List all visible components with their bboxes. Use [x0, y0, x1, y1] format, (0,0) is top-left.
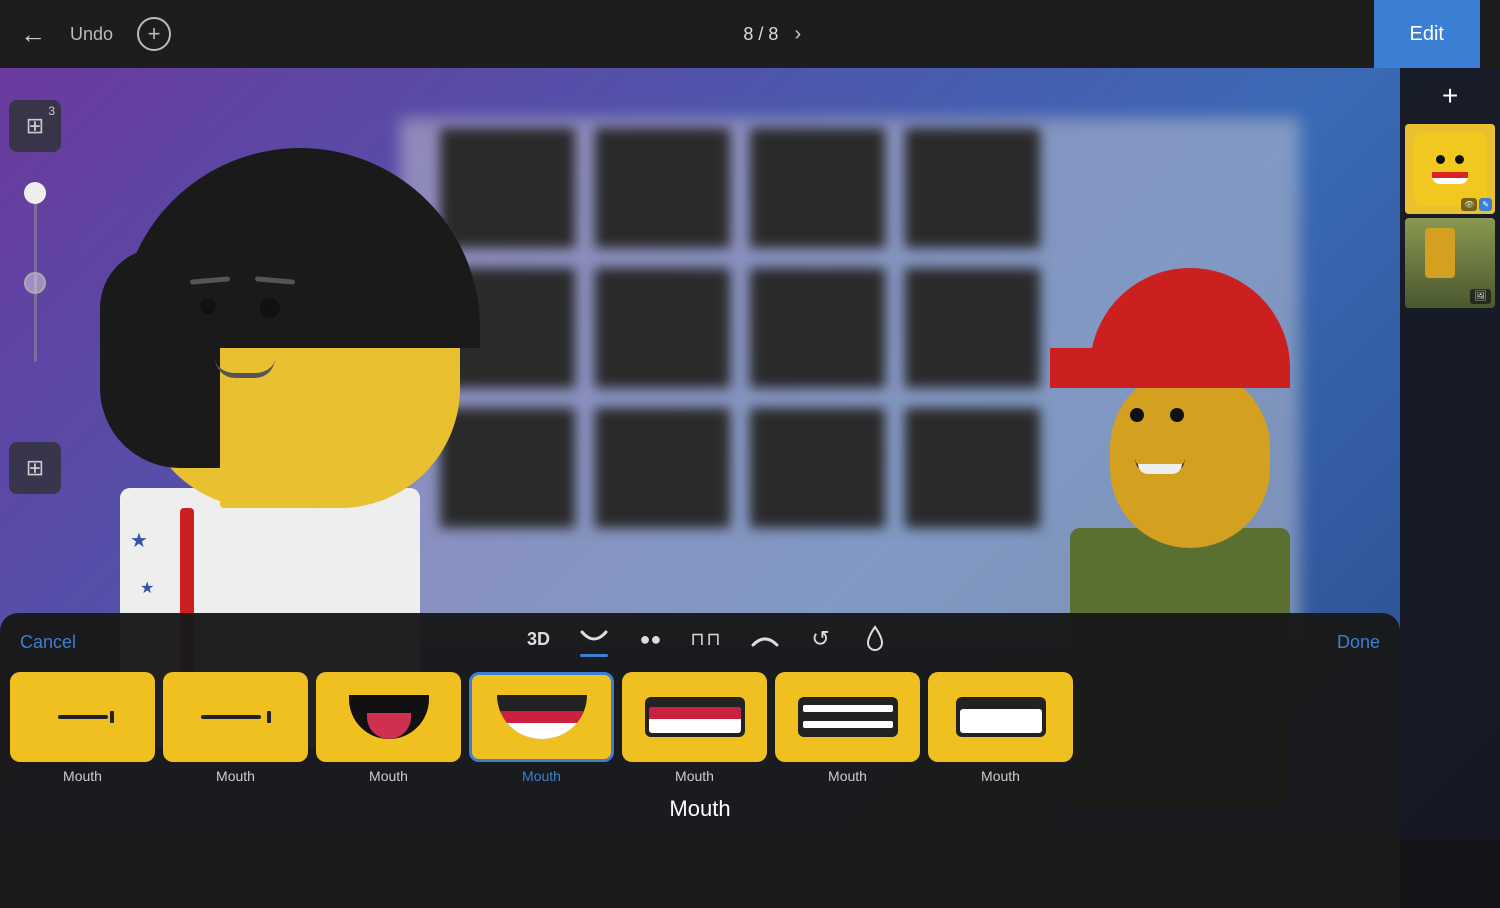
face-icons-row: 3D ●● ⊓⊓	[520, 625, 892, 660]
tab-3d[interactable]: 3D	[520, 629, 556, 657]
undo-button[interactable]: Undo	[70, 24, 113, 45]
layer-count: 3	[48, 104, 55, 118]
thumbnail-2[interactable]: 🖼	[1405, 218, 1495, 308]
slider-container	[34, 182, 37, 362]
mouth-tile-3	[316, 672, 461, 762]
mouth-label-5: Mouth	[675, 768, 714, 784]
tab-brow[interactable]	[745, 629, 785, 656]
tab-3d-label: 3D	[527, 629, 550, 650]
add-icon: +	[148, 21, 161, 47]
toolbar-center: 8 / 8 ›	[743, 23, 801, 46]
slider-thumb-bottom[interactable]	[24, 272, 46, 294]
mouth-tile-6	[775, 672, 920, 762]
tab-rotate[interactable]: ↺	[803, 626, 839, 659]
selected-mouth-name: Mouth	[0, 792, 1400, 830]
top-toolbar: ← Undo + 8 / 8 › Edit	[0, 0, 1500, 68]
tab-indicator-brow	[751, 653, 779, 656]
add-photo-button[interactable]: +	[1442, 80, 1458, 112]
mouth-tile-2	[163, 672, 308, 762]
back-button[interactable]: ←	[20, 21, 46, 47]
tab-indicator-eyes	[636, 654, 664, 657]
glasses-tab-icon: ⊓⊓	[690, 629, 722, 650]
tab-indicator-glasses	[693, 654, 721, 657]
tab-indicator-drop	[861, 657, 889, 660]
mouth-label-1: Mouth	[63, 768, 102, 784]
mouth-options: Mouth Mouth Mouth	[0, 668, 1400, 792]
mouth-label-6: Mouth	[828, 768, 867, 784]
tab-indicator-rotate	[807, 656, 835, 659]
grid-button[interactable]: ⊞	[9, 442, 61, 494]
tab-glasses[interactable]: ⊓⊓	[686, 629, 726, 657]
mouth-option-2[interactable]: Mouth	[163, 672, 308, 784]
slider-track[interactable]	[34, 182, 37, 362]
face-tabs: Cancel 3D ●● ⊓⊓	[0, 613, 1400, 668]
mouth-option-7[interactable]: Mouth	[928, 672, 1073, 784]
grid-icon: ⊞	[26, 455, 44, 481]
tab-drop[interactable]	[857, 625, 893, 660]
tab-eyes[interactable]: ●●	[632, 629, 668, 657]
mouth-option-5[interactable]: Mouth	[622, 672, 767, 784]
mouth-tile-4	[469, 672, 614, 762]
mouth-tile-1	[10, 672, 155, 762]
pagination: 8 / 8	[743, 24, 778, 45]
slider-thumb-top[interactable]	[24, 182, 46, 204]
mouth-label-7: Mouth	[981, 768, 1020, 784]
mouth-label-3: Mouth	[369, 768, 408, 784]
left-panel: ⊞ 3 ⊞	[0, 100, 70, 494]
mouth-tile-7	[928, 672, 1073, 762]
mouth-option-1[interactable]: Mouth	[10, 672, 155, 784]
tab-indicator-3d	[524, 654, 552, 657]
mouth-tile-5	[622, 672, 767, 762]
edit-button[interactable]: Edit	[1374, 0, 1480, 68]
brow-tab-icon	[749, 629, 781, 649]
mouth-option-3[interactable]: Mouth	[316, 672, 461, 784]
mouth-label-4: Mouth	[522, 768, 561, 784]
next-button[interactable]: ›	[794, 23, 801, 46]
drop-tab-icon	[864, 625, 886, 653]
eyes-tab-icon: ●●	[640, 629, 662, 650]
mouth-option-6[interactable]: Mouth	[775, 672, 920, 784]
mouth-option-4[interactable]: Mouth	[469, 672, 614, 784]
mouth-tab-icon	[578, 628, 610, 650]
layer-badge[interactable]: ⊞ 3	[9, 100, 61, 152]
rotate-tab-icon: ↺	[811, 626, 829, 652]
cancel-button[interactable]: Cancel	[20, 632, 76, 653]
done-button[interactable]: Done	[1337, 632, 1380, 653]
toolbar-left: ← Undo +	[20, 17, 171, 51]
mouth-label-2: Mouth	[216, 768, 255, 784]
add-button[interactable]: +	[137, 17, 171, 51]
tab-indicator-mouth	[580, 654, 608, 657]
layers-icon: ⊞	[26, 113, 44, 139]
tab-mouth[interactable]	[574, 628, 614, 657]
right-panel: + 👁 ✎ 🖼	[1400, 68, 1500, 908]
bottom-panel: Cancel 3D ●● ⊓⊓	[0, 613, 1400, 840]
thumbnail-1[interactable]: 👁 ✎	[1405, 124, 1495, 214]
